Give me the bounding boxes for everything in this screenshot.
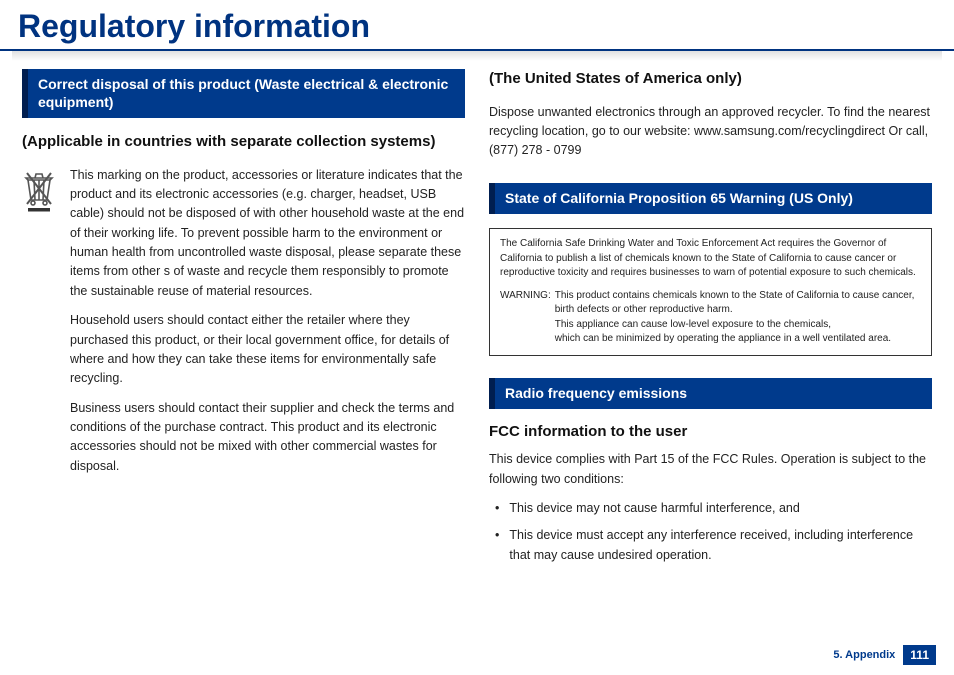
left-column: Correct disposal of this product (Waste … <box>22 69 465 573</box>
page-title: Regulatory information <box>0 0 954 51</box>
disposal-p2: Household users should contact either th… <box>70 311 465 389</box>
fcc-bullets: This device may not cause harmful interf… <box>489 499 932 565</box>
usa-heading: (The United States of America only) <box>489 69 932 89</box>
usa-body: Dispose unwanted electronics through an … <box>489 103 932 161</box>
disposal-p3: Business users should contact their supp… <box>70 399 465 477</box>
page-number: 111 <box>903 645 936 665</box>
disposal-p1: This marking on the product, accessories… <box>70 166 465 302</box>
fcc-heading: FCC information to the user <box>489 423 932 440</box>
fcc-bullet-1: This device may not cause harmful interf… <box>489 499 932 518</box>
right-column: (The United States of America only) Disp… <box>489 69 932 573</box>
title-shadow <box>12 51 942 61</box>
prop65-warning: WARNING: This product contains chemicals… <box>500 289 921 347</box>
disposal-header: Correct disposal of this product (Waste … <box>22 69 465 118</box>
prop65-warning-body: This product contains chemicals known to… <box>555 289 921 347</box>
rf-header: Radio frequency emissions <box>489 378 932 410</box>
content-columns: Correct disposal of this product (Waste … <box>0 69 954 573</box>
footer: 5. Appendix 111 <box>833 645 936 665</box>
prop65-header: State of California Proposition 65 Warni… <box>489 183 932 215</box>
footer-section: 5. Appendix <box>833 649 895 661</box>
disposal-icon-row: This marking on the product, accessories… <box>22 166 465 487</box>
disposal-text-block: This marking on the product, accessories… <box>70 166 465 487</box>
weee-icon <box>22 166 58 487</box>
fcc-body: This device complies with Part 15 of the… <box>489 450 932 489</box>
fcc-bullet-2: This device must accept any interference… <box>489 526 932 565</box>
prop65-intro: The California Safe Drinking Water and T… <box>500 237 921 281</box>
prop65-box: The California Safe Drinking Water and T… <box>489 228 932 356</box>
prop65-warning-label: WARNING: <box>500 289 555 347</box>
applicable-subheading: (Applicable in countries with separate c… <box>22 132 465 152</box>
